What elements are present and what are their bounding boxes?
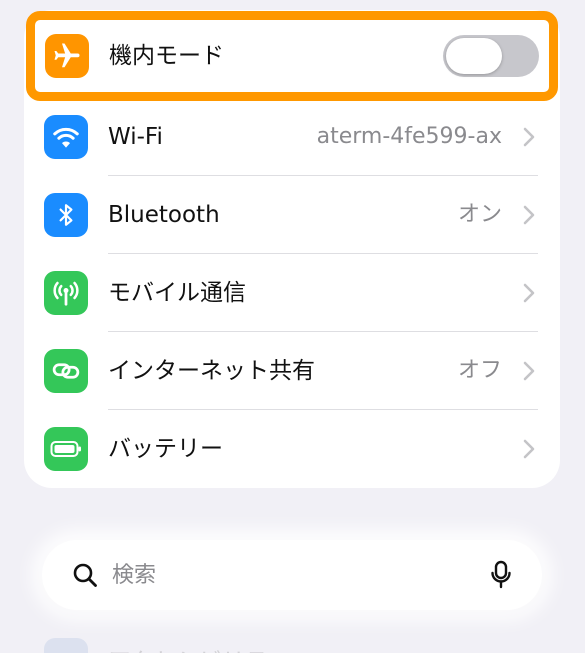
bluetooth-status-value: オン (457, 202, 502, 227)
airplane-mode-toggle[interactable] (443, 35, 539, 77)
battery-row[interactable]: バッテリー (24, 410, 560, 488)
accessibility-row-faded: アクセシビリティ (44, 632, 544, 653)
bluetooth-label: Bluetooth (108, 202, 220, 228)
microphone-icon[interactable] (490, 560, 512, 590)
hotspot-row[interactable]: インターネット共有 オフ (24, 332, 560, 410)
accessibility-label: アクセシビリティ (108, 642, 289, 653)
chevron-right-icon (523, 283, 535, 303)
link-icon (44, 349, 88, 393)
hotspot-status-value: オフ (457, 358, 502, 383)
airplane-icon (45, 34, 89, 78)
search-icon (73, 563, 97, 587)
search-bar[interactable] (42, 540, 542, 610)
wifi-label: Wi-Fi (108, 124, 163, 150)
bluetooth-icon (44, 193, 88, 237)
chevron-right-icon (523, 205, 535, 225)
airplane-mode-row[interactable]: 機内モード (26, 11, 558, 101)
toggle-knob (446, 38, 502, 74)
search-input[interactable] (112, 554, 472, 596)
cellular-row[interactable]: モバイル通信 (24, 254, 560, 332)
wifi-row[interactable]: Wi-Fi aterm-4fe599-ax (24, 98, 560, 176)
battery-icon (44, 427, 88, 471)
chevron-right-icon (523, 127, 535, 147)
cellular-label: モバイル通信 (108, 280, 246, 306)
airplane-mode-label: 機内モード (109, 43, 224, 69)
chevron-right-icon (523, 361, 535, 381)
wifi-icon (44, 115, 88, 159)
bluetooth-row[interactable]: Bluetooth オン (24, 176, 560, 254)
hotspot-label: インターネット共有 (108, 358, 315, 384)
wifi-network-value: aterm-4fe599-ax (316, 124, 502, 149)
accessibility-icon (44, 638, 88, 653)
chevron-right-icon (523, 439, 535, 459)
cellular-antenna-icon (44, 271, 88, 315)
battery-label: バッテリー (108, 436, 223, 462)
